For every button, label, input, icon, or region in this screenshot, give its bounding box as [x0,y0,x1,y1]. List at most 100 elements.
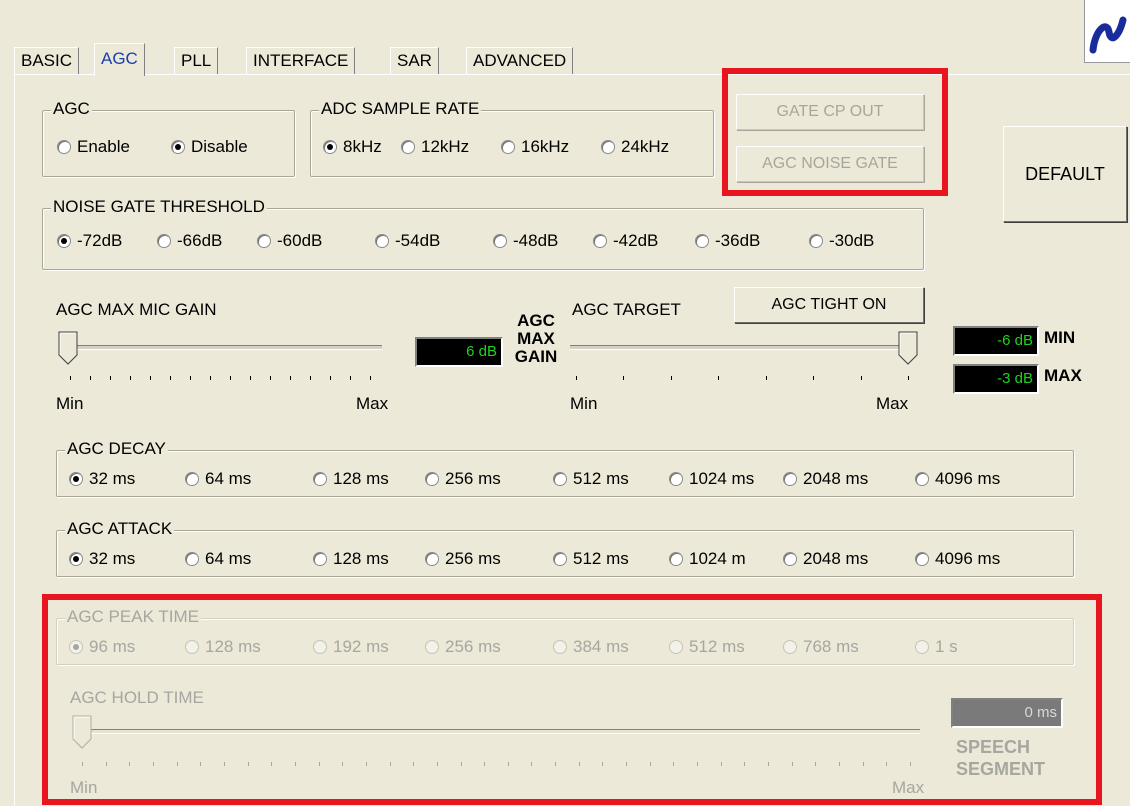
max-mic-gain-thumb[interactable] [58,331,78,365]
hold-time-min: Min [70,778,98,797]
tab-basic[interactable]: BASIC [14,47,80,74]
decay-1024ms-radio[interactable]: 1024 ms [669,469,754,489]
radio-label: 1024 ms [689,469,755,488]
tab-pll[interactable]: PLL [174,47,219,74]
attack-512ms-radio[interactable]: 512 ms [553,549,629,569]
tick-mark [82,762,83,766]
agc-tight-on-button[interactable]: AGC TIGHT ON [734,287,924,323]
tick-mark [649,762,651,766]
radio-circle [57,234,71,248]
tab-advanced[interactable]: ADVANCED [466,47,574,74]
tick-mark [105,762,107,766]
rate-12khz-radio[interactable]: 12kHz [401,137,469,157]
decay-4096ms-radio[interactable]: 4096 ms [915,469,1000,489]
rate-8khz-radio[interactable]: 8kHz [323,137,382,157]
tick-mark [862,762,864,766]
decay-64ms-radio[interactable]: 64 ms [185,469,251,489]
radio-circle [809,234,823,248]
peak-768ms-radio[interactable]: 768 ms [783,637,859,657]
agc-target-ticks [576,376,909,380]
threshold-36db-radio[interactable]: -36dB [695,231,760,251]
tick-mark [507,762,509,766]
max-mic-gain-min: Min [56,394,84,413]
tick-mark [791,762,793,766]
threshold-30db-radio[interactable]: -30dB [809,231,874,251]
peak-96ms-radio[interactable]: 96 ms [69,637,135,657]
peak-192ms-radio[interactable]: 192 ms [313,637,389,657]
agc-disable-radio[interactable]: Disable [171,137,248,157]
radio-label: 512 ms [573,549,629,568]
attack-1024ms-radio[interactable]: 1024 m [669,549,746,569]
tab-agc[interactable]: AGC [94,43,145,76]
radio-label: 96 ms [89,637,136,656]
agc-target-max: Max [876,394,909,413]
threshold-42db-radio[interactable]: -42dB [593,231,658,251]
tab-sar[interactable]: SAR [390,47,439,74]
tick-mark [626,762,628,766]
tick-mark [190,376,191,380]
radio-circle [915,472,929,486]
rate-24khz-radio[interactable]: 24kHz [601,137,669,157]
threshold-72db-radio[interactable]: -72dB [57,231,122,251]
peak-1s-radio[interactable]: 1 s [915,637,958,657]
tick-mark [129,762,131,766]
radio-circle [69,640,83,654]
peak-256ms-radio[interactable]: 256 ms [425,637,501,657]
tick-mark [670,376,672,380]
tick-mark [270,376,271,380]
radio-label: 2048 ms [803,469,869,488]
agc-enable-radio[interactable]: Enable [57,137,130,157]
radio-circle [313,472,327,486]
tick-mark [250,376,251,380]
radio-circle [313,640,327,654]
radio-label: 256 ms [445,469,501,488]
threshold-54db-radio[interactable]: -54dB [375,231,440,251]
radio-label: 64 ms [205,549,252,568]
tick-mark [744,762,746,766]
radio-label: 128 ms [205,637,261,656]
radio-circle [57,140,71,154]
attack-32ms-radio[interactable]: 32 ms [69,549,135,569]
threshold-48db-radio[interactable]: -48dB [493,231,558,251]
tick-mark [350,376,351,380]
peak-128ms-radio[interactable]: 128 ms [185,637,261,657]
radio-circle [171,140,185,154]
decay-256ms-radio[interactable]: 256 ms [425,469,501,489]
radio-label: -66dB [177,231,223,250]
decay-2048ms-radio[interactable]: 2048 ms [783,469,868,489]
threshold-66db-radio[interactable]: -66dB [157,231,222,251]
tick-mark [576,376,577,380]
hold-time-thumb[interactable] [72,715,92,749]
attack-128ms-radio[interactable]: 128 ms [313,549,389,569]
radio-circle [185,552,199,566]
default-button[interactable]: DEFAULT [1003,126,1127,222]
tick-mark [200,762,202,766]
tick-mark [673,762,675,766]
decay-32ms-radio[interactable]: 32 ms [69,469,135,489]
decay-128ms-radio[interactable]: 128 ms [313,469,389,489]
tab-interface[interactable]: INTERFACE [246,47,356,74]
rate-16khz-radio[interactable]: 16kHz [501,137,569,157]
tick-mark [389,762,391,766]
gate-cp-out-button[interactable]: GATE CP OUT [736,94,924,130]
decay-512ms-radio[interactable]: 512 ms [553,469,629,489]
attack-64ms-radio[interactable]: 64 ms [185,549,251,569]
peak-384ms-radio[interactable]: 384 ms [553,637,629,657]
radio-circle [425,472,439,486]
peak-512ms-radio[interactable]: 512 ms [669,637,745,657]
max-mic-gain-ticks [70,376,371,380]
speech-segment-caption: SPEECH SEGMENT [956,736,1045,780]
threshold-60db-radio[interactable]: -60dB [257,231,322,251]
tick-mark [230,376,231,380]
radio-label: 512 ms [689,637,745,656]
attack-256ms-radio[interactable]: 256 ms [425,549,501,569]
radio-label: Disable [191,137,248,156]
radio-circle [915,552,929,566]
agc-noise-gate-button[interactable]: AGC NOISE GATE [736,146,924,182]
agc-target-thumb[interactable] [898,331,918,365]
radio-label: 4096 ms [935,549,1001,568]
tick-mark [247,762,249,766]
agc-target-min: Min [570,394,598,413]
attack-4096ms-radio[interactable]: 4096 ms [915,549,1000,569]
attack-2048ms-radio[interactable]: 2048 ms [783,549,868,569]
